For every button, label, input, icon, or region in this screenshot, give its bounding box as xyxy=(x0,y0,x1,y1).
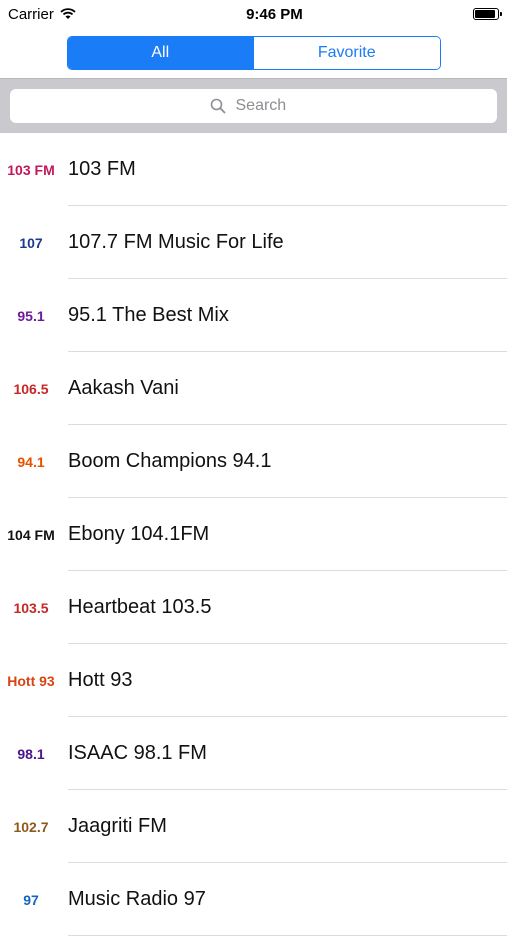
station-row[interactable]: 103.5 Heartbeat 103.5 xyxy=(0,571,507,644)
station-name: Ebony 104.1FM xyxy=(68,523,210,545)
status-bar: Carrier 9:46 PM xyxy=(0,0,507,28)
station-logo-icon: 94.1 xyxy=(17,453,45,470)
station-row[interactable]: 106.5 Aakash Vani xyxy=(0,352,507,425)
station-row[interactable]: 95.1 95.1 The Best Mix xyxy=(0,279,507,352)
station-name: Jaagriti FM xyxy=(68,815,167,837)
station-name: 103 FM xyxy=(68,158,136,180)
segment-control: All Favorite xyxy=(66,36,441,70)
search-field[interactable] xyxy=(10,89,497,123)
segment-favorite[interactable]: Favorite xyxy=(253,37,440,69)
station-row[interactable]: Hott 93 Hott 93 xyxy=(0,644,507,717)
station-name: Aakash Vani xyxy=(68,377,179,399)
station-row[interactable]: 98.1 ISAAC 98.1 FM xyxy=(0,717,507,790)
station-logo-icon: 98.1 xyxy=(17,745,45,762)
station-logo-icon: 106.5 xyxy=(13,380,49,397)
carrier-label: Carrier xyxy=(8,5,54,23)
station-row[interactable]: 104 FM Ebony 104.1FM xyxy=(0,498,507,571)
station-logo-icon: 107 xyxy=(19,234,43,251)
battery-icon xyxy=(472,8,502,20)
station-list: 103 FM 103 FM 107 107.7 FM Music For Life 95… xyxy=(0,133,507,936)
station-name: 95.1 The Best Mix xyxy=(68,304,229,326)
station-name: Boom Champions 94.1 xyxy=(68,450,272,472)
station-row[interactable]: 102.7 Jaagriti FM xyxy=(0,790,507,863)
search-bar xyxy=(0,78,507,133)
station-logo-icon: 103.5 xyxy=(13,599,49,616)
station-logo-icon: 104 FM xyxy=(7,526,55,543)
search-input[interactable] xyxy=(233,96,298,116)
segment-all[interactable]: All xyxy=(67,37,253,69)
status-time: 9:46 PM xyxy=(246,5,303,23)
station-name: 107.7 FM Music For Life xyxy=(68,231,284,253)
station-logo-icon: 102.7 xyxy=(13,818,49,835)
wifi-icon xyxy=(60,8,76,19)
station-logo-icon: 95.1 xyxy=(17,307,45,324)
station-name: Heartbeat 103.5 xyxy=(68,596,212,618)
station-row[interactable]: 94.1 Boom Champions 94.1 xyxy=(0,425,507,498)
segment-control-wrap: All Favorite xyxy=(0,28,507,78)
station-name: Hott 93 xyxy=(68,669,133,691)
station-logo-icon: Hott 93 xyxy=(7,672,55,689)
station-row[interactable]: 107 107.7 FM Music For Life xyxy=(0,206,507,279)
status-left: Carrier xyxy=(8,6,76,23)
station-row[interactable]: 103 FM 103 FM xyxy=(0,133,507,206)
station-name: ISAAC 98.1 FM xyxy=(68,742,207,764)
search-icon xyxy=(210,98,225,114)
station-logo-icon: 103 FM xyxy=(7,161,55,178)
